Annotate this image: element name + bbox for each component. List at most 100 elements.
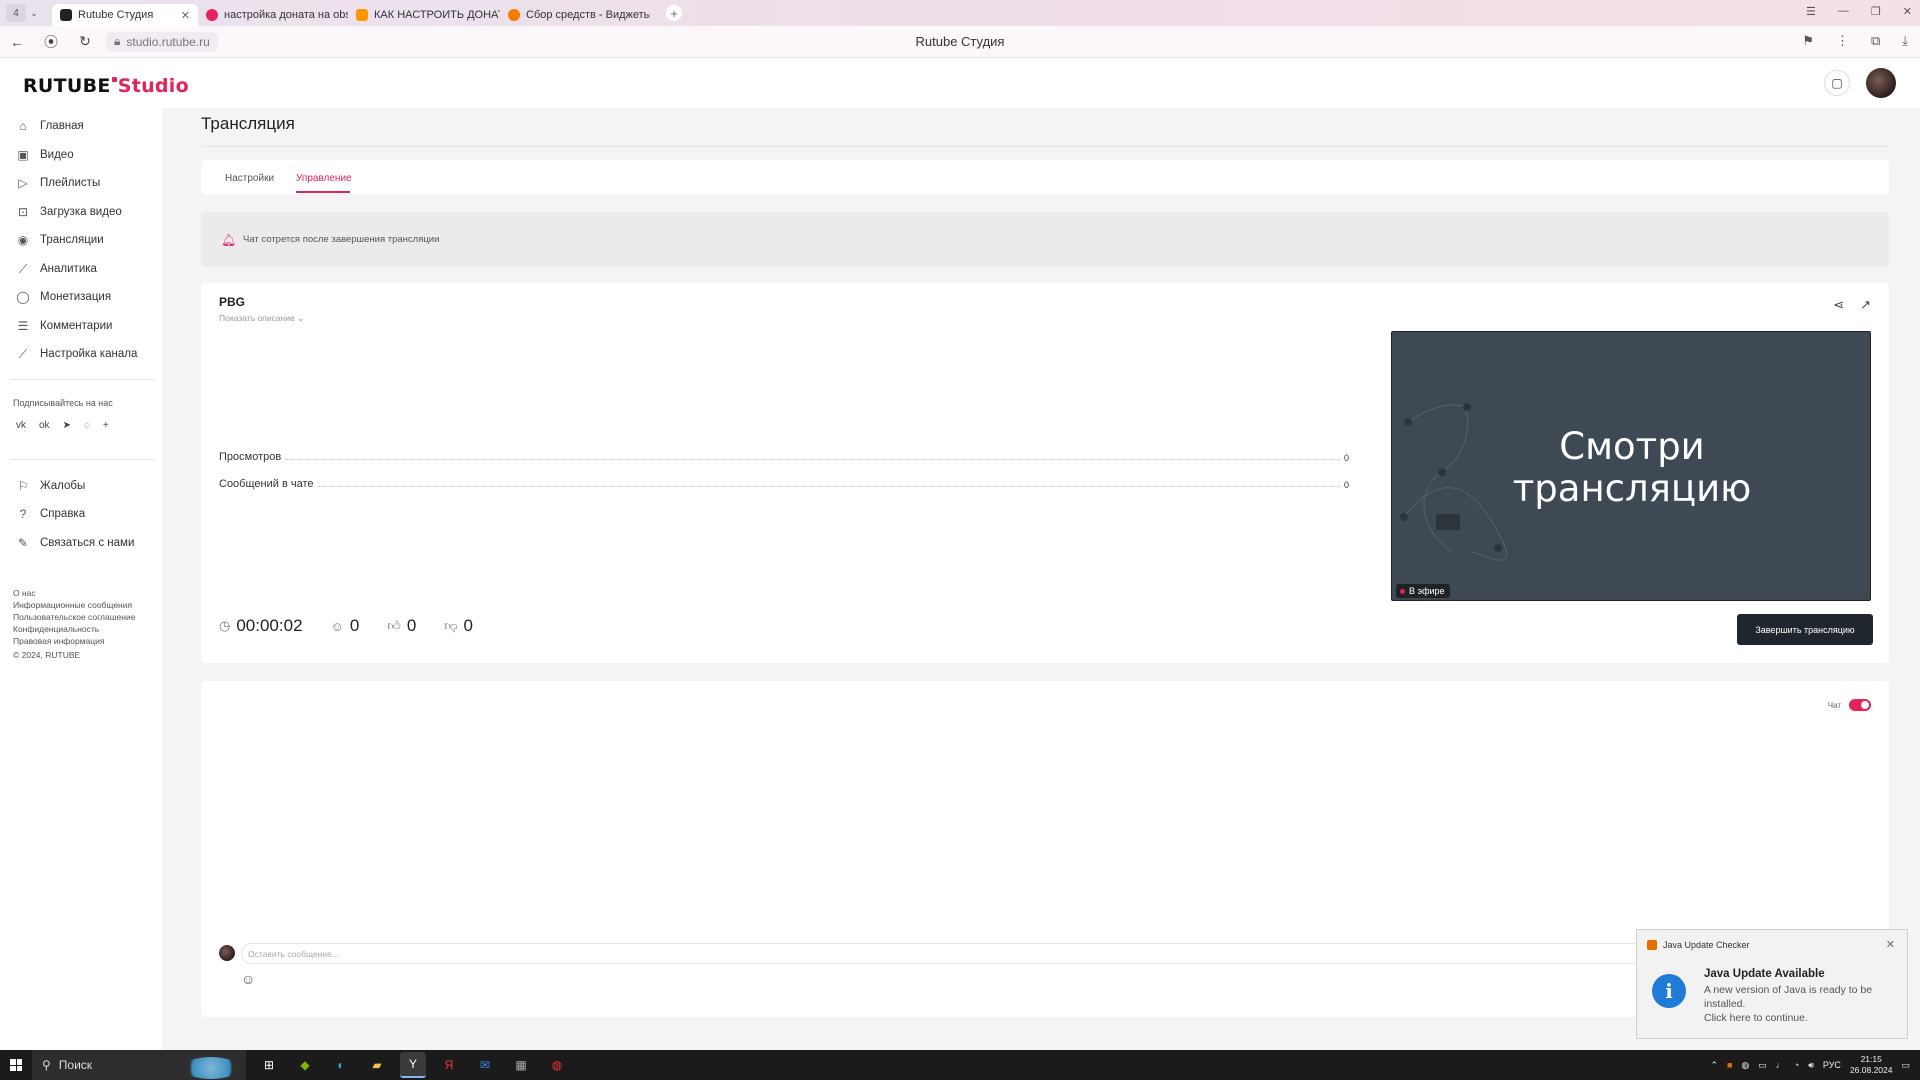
chat-message-input[interactable]: Оставить сообщение... — [241, 943, 1861, 964]
viber-icon[interactable]: ◌ — [84, 420, 90, 431]
new-tab-button[interactable]: + — [666, 5, 682, 21]
sidebar-item-home[interactable]: ⌂ Главная — [0, 112, 162, 141]
tab-settings[interactable]: Настройки — [225, 173, 274, 184]
close-tab-icon[interactable]: ✕ — [171, 9, 190, 22]
external-link-icon[interactable]: ↗ — [1860, 297, 1871, 313]
browser-tab-rutube-studio[interactable]: Rutube Студия ✕ — [52, 4, 198, 26]
telegram-icon[interactable]: ➤ — [63, 420, 71, 431]
java-update-notification[interactable]: Java Update Checker ✕ i Java Update Avai… — [1636, 929, 1908, 1039]
sidebar-item-label: Аналитика — [40, 262, 97, 275]
notification-link[interactable]: Click here to continue. — [1704, 1012, 1808, 1024]
file-explorer-icon[interactable]: ▰ — [364, 1052, 390, 1078]
restore-icon[interactable]: ❐ — [1871, 5, 1881, 18]
sidebar-item-monetization[interactable]: ◯ Монетизация — [0, 283, 162, 312]
live-badge: В эфире — [1396, 584, 1450, 598]
tray-app-icon[interactable]: ◍ — [1741, 1060, 1749, 1071]
chevron-down-icon[interactable]: ⌄ — [26, 8, 42, 19]
yandex-icon[interactable]: Я — [436, 1052, 462, 1078]
sidebar-item-comments[interactable]: ☰ Комментарии — [0, 312, 162, 341]
analytics-icon: ⟋ — [18, 261, 28, 276]
nvidia-icon[interactable]: ◆ — [292, 1052, 318, 1078]
extensions-icon[interactable]: ⧉ — [1871, 33, 1880, 49]
microphone-icon[interactable]: ♩ — [1776, 1060, 1785, 1070]
footer-link-about[interactable]: О нас — [13, 587, 162, 599]
notification-header: Java Update Checker — [1647, 940, 1750, 950]
tab-label: КАК НАСТРОИТЬ ДОНАТ — [374, 9, 500, 21]
sidebar-item-help[interactable]: ? Справка — [0, 500, 162, 529]
java-tray-icon[interactable]: ■ — [1727, 1060, 1732, 1070]
sidebar-item-label: Плейлисты — [40, 177, 101, 190]
language-indicator[interactable]: РУС — [1823, 1060, 1841, 1070]
browser-tab-obs-donate[interactable]: настройка доната на obs — [198, 4, 348, 26]
lock-icon: 🔒︎ — [114, 34, 121, 48]
sidebar-item-broadcasts[interactable]: ◉ Трансляции — [0, 226, 162, 255]
end-broadcast-button[interactable]: Завершить трансляцию — [1737, 614, 1873, 645]
security-icon[interactable]: ⦿ — [34, 32, 68, 52]
mail-icon[interactable]: ✉ — [472, 1052, 498, 1078]
footer-link-info[interactable]: Информационные сообщения — [13, 599, 162, 611]
tab-count-button[interactable]: 4 — [6, 4, 26, 22]
duration-metric: ◷ 00:00:02 — [219, 616, 303, 636]
edge-icon[interactable]: ◐ — [328, 1052, 354, 1078]
download-icon[interactable]: ⤓ — [1902, 33, 1908, 49]
footer-link-legal[interactable]: Правовая информация — [13, 635, 162, 647]
footer-link-privacy[interactable]: Конфиденциальность — [13, 623, 162, 635]
browser-tab-how-to-donate[interactable]: КАК НАСТРОИТЬ ДОНАТ — [348, 4, 500, 26]
stream-preview[interactable]: Смотри трансляцию В эфире — [1391, 331, 1871, 601]
url-field[interactable]: 🔒︎ studio.rutube.ru — [106, 31, 218, 52]
odnoklassniki-icon[interactable]: ok — [39, 420, 50, 431]
sidebar-item-analytics[interactable]: ⟋ Аналитика — [0, 255, 162, 284]
sidebar-item-complaints[interactable]: ⚐ Жалобы — [0, 472, 162, 501]
thumbs-down-icon: 👎︎ — [444, 618, 458, 633]
notifications-icon[interactable]: ▭ — [1901, 1060, 1910, 1071]
camera-icon[interactable]: ▭ — [1758, 1060, 1767, 1071]
search-label: Поиск — [58, 1058, 93, 1072]
tray-expand-icon[interactable]: ⌃ — [1710, 1060, 1718, 1071]
follow-us-label: Подписывайтесь на нас — [13, 397, 113, 408]
close-icon[interactable]: ✕ — [1886, 938, 1895, 951]
volume-icon[interactable]: 🔊︎ — [1808, 1060, 1814, 1071]
minimize-icon[interactable]: — — [1838, 5, 1849, 18]
sidebar-item-upload[interactable]: ⊡ Загрузка видео — [0, 198, 162, 227]
chat-switch[interactable] — [1849, 699, 1871, 711]
start-button[interactable] — [0, 1059, 32, 1071]
network-icon[interactable]: ◔ — [1794, 1060, 1799, 1070]
stat-label: Сообщений в чате — [219, 478, 314, 490]
play-favicon-icon — [356, 9, 368, 21]
clock[interactable]: 21:15 26.08.2024 — [1850, 1054, 1893, 1076]
share-icon[interactable]: ⋖ — [1833, 297, 1844, 313]
help-icon: ? — [19, 507, 27, 522]
sidebar-item-channel-settings[interactable]: ⟋ Настройка канала — [0, 340, 162, 369]
sidebar-item-playlists[interactable]: ▷ Плейлисты — [0, 169, 162, 198]
tab-management[interactable]: Управление — [296, 173, 352, 184]
store-icon[interactable]: ▦ — [508, 1052, 534, 1078]
system-tray: ⌃ ■ ◍ ▭ ♩ ◔ 🔊︎ РУС 21:15 26.08.2024 ▭ — [1710, 1050, 1910, 1080]
dotted-leader — [285, 459, 1340, 460]
more-social-icon[interactable]: + — [103, 420, 109, 431]
sidebar-item-contact[interactable]: ✎ Связаться с нами — [0, 529, 162, 558]
back-icon[interactable]: ← — [0, 34, 34, 50]
video-icon: ▣ — [17, 147, 29, 162]
bookmark-icon[interactable]: ⚑ — [1802, 33, 1814, 49]
close-window-icon[interactable]: ✕ — [1903, 5, 1912, 18]
obs-icon[interactable]: ◍ — [544, 1052, 570, 1078]
footer-link-terms[interactable]: Пользовательское соглашение — [13, 611, 162, 623]
menu-icon[interactable]: ☰ — [1806, 5, 1816, 18]
live-dot-icon — [1400, 588, 1405, 594]
donate-favicon-icon — [508, 9, 520, 21]
sidebar-item-video[interactable]: ▣ Видео — [0, 141, 162, 170]
reload-icon[interactable]: ↻ — [68, 33, 102, 50]
more-icon[interactable]: ⋮ — [1836, 33, 1849, 49]
browser-tab-widgets[interactable]: Сбор средств - Виджеты — [500, 4, 650, 26]
rutube-studio-logo[interactable]: RUTUBE Studio — [23, 75, 189, 97]
emoji-icon[interactable]: ☺ — [241, 971, 255, 987]
taskbar-search[interactable]: ⚲ Поиск — [32, 1050, 246, 1080]
likes-metric: 👍︎ 0 — [387, 616, 416, 636]
yandex-browser-icon[interactable]: Y — [400, 1052, 426, 1078]
task-view-icon[interactable]: ⊞ — [256, 1052, 282, 1078]
avatar[interactable] — [1866, 68, 1896, 98]
show-description-toggle[interactable]: Показать описание ⌄ — [219, 313, 304, 324]
chat-toggle[interactable]: Чат — [1828, 699, 1871, 711]
vk-icon[interactable]: vk — [16, 420, 26, 431]
create-icon[interactable]: ▢ — [1824, 70, 1850, 96]
